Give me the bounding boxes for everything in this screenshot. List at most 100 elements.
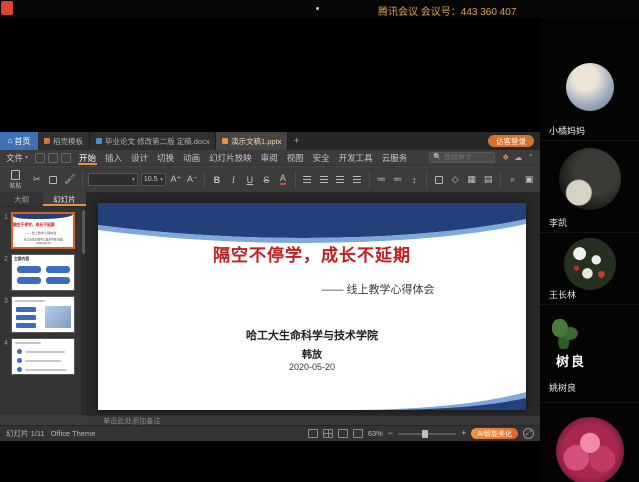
zoom-knob[interactable] bbox=[422, 430, 428, 438]
content-line bbox=[15, 300, 45, 302]
home-tab[interactable]: ⌂ 首页 bbox=[0, 132, 38, 150]
file-menu[interactable]: 文件 ▾ bbox=[6, 152, 28, 164]
new-slide-icon[interactable]: ▦ bbox=[465, 173, 478, 187]
menu-devtools[interactable]: 开发工具 bbox=[338, 151, 374, 165]
tab-docer-templates[interactable]: 稻壳模板 bbox=[38, 132, 90, 150]
tab-presentation-pptx[interactable]: 演示文稿1.pptx bbox=[216, 132, 288, 150]
menu-design[interactable]: 设计 bbox=[130, 151, 149, 165]
decrease-font-icon[interactable]: A⁻ bbox=[186, 173, 199, 187]
zoom-slider[interactable] bbox=[398, 429, 456, 439]
gift-icon[interactable]: ❖ bbox=[502, 154, 509, 162]
menu-slideshow[interactable]: 幻灯片放映 bbox=[208, 151, 253, 165]
slide-thumbnail-2[interactable]: 主要内容 bbox=[11, 254, 75, 291]
menu-start[interactable]: 开始 bbox=[78, 151, 97, 165]
paste-button[interactable]: 粘贴 bbox=[4, 168, 27, 192]
fit-window-icon[interactable]: ⤢ bbox=[523, 428, 534, 439]
underline-icon[interactable]: U bbox=[243, 173, 256, 187]
content-line bbox=[25, 360, 61, 362]
participant-tile[interactable]: 树良 姚树良 bbox=[540, 304, 639, 402]
ribbon-collapse-icon[interactable]: ⌃ bbox=[527, 154, 534, 162]
menu-cloud[interactable]: 云服务 bbox=[381, 151, 409, 165]
command-search[interactable]: 🔍 bbox=[429, 152, 495, 163]
menu-transition[interactable]: 切换 bbox=[156, 151, 175, 165]
participant-name: 李凯 bbox=[549, 216, 567, 229]
redo-icon[interactable] bbox=[61, 153, 71, 163]
undo-icon[interactable] bbox=[48, 153, 58, 163]
slideshow-icon[interactable] bbox=[353, 429, 363, 438]
strikethrough-icon[interactable]: S bbox=[260, 173, 273, 187]
slide-canvas[interactable]: 隔空不停学，成长不延期 —— 线上教学心得体会 哈工大生命科学与技术学院 韩放 … bbox=[98, 203, 526, 410]
thumbnail-scrollbar[interactable] bbox=[81, 207, 86, 415]
text-box-icon[interactable] bbox=[432, 173, 445, 187]
align-left-icon[interactable] bbox=[301, 173, 314, 187]
menu-view[interactable]: 视图 bbox=[286, 151, 305, 165]
slide-thumbnail-4[interactable] bbox=[11, 338, 75, 375]
tab-outline[interactable]: 大纲 bbox=[0, 192, 43, 206]
ai-beautify-button[interactable]: AI智能美化 bbox=[471, 428, 518, 439]
font-color-icon[interactable]: A bbox=[276, 173, 289, 187]
slide-number: 2 bbox=[1, 254, 11, 291]
align-right-icon[interactable] bbox=[334, 173, 347, 187]
theme-name: Office Theme bbox=[51, 429, 96, 438]
slide-editing-area[interactable]: 隔空不停学，成长不延期 —— 线上教学心得体会 哈工大生命科学与技术学院 韩放 … bbox=[87, 192, 540, 415]
align-right-glyph bbox=[336, 176, 344, 183]
menu-insert[interactable]: 插入 bbox=[104, 151, 123, 165]
shapes-icon[interactable]: ◇ bbox=[448, 173, 461, 187]
participant-tile[interactable]: 小橘妈妈 bbox=[540, 55, 639, 140]
font-size-input[interactable] bbox=[144, 176, 159, 183]
zoom-in-button[interactable]: + bbox=[461, 429, 466, 438]
zoom-out-button[interactable]: − bbox=[388, 429, 393, 438]
slide-author[interactable]: 韩放 bbox=[98, 346, 526, 361]
document-tabbar: ⌂ 首页 稻壳模板 毕业论文 修改第二版 定稿.docx 演示文稿1.pptx … bbox=[0, 132, 540, 150]
content-dot bbox=[17, 367, 22, 372]
italic-icon[interactable]: I bbox=[227, 173, 240, 187]
normal-view-icon[interactable] bbox=[308, 429, 318, 438]
slide-title[interactable]: 隔空不停学，成长不延期 bbox=[98, 241, 526, 266]
line-spacing-icon[interactable]: ↕ bbox=[407, 173, 420, 187]
layout-icon[interactable]: ▤ bbox=[481, 173, 494, 187]
slide-date[interactable]: 2020-05-20 bbox=[98, 362, 526, 372]
cloud-sync-icon[interactable]: ☁ bbox=[514, 154, 522, 162]
find-replace-icon[interactable]: ⌕ bbox=[506, 173, 519, 187]
content-line bbox=[25, 351, 65, 353]
bold-icon[interactable]: B bbox=[210, 173, 223, 187]
bullet-list-icon[interactable]: ≔ bbox=[375, 173, 388, 187]
justify-icon[interactable] bbox=[350, 173, 363, 187]
format-painter-icon[interactable]: 🖌 bbox=[63, 173, 76, 187]
slide-subtitle[interactable]: —— 线上教学心得体会 bbox=[164, 281, 592, 297]
slide-sorter-icon[interactable] bbox=[323, 429, 333, 438]
reading-view-icon[interactable] bbox=[338, 429, 348, 438]
justify-glyph bbox=[353, 176, 361, 183]
plant-image bbox=[552, 319, 578, 349]
increase-font-icon[interactable]: A⁺ bbox=[169, 173, 182, 187]
save-icon[interactable] bbox=[35, 153, 45, 163]
tencent-meeting-icon[interactable] bbox=[1, 1, 13, 15]
number-list-icon[interactable]: ≕ bbox=[391, 173, 404, 187]
guest-login-button[interactable]: 访客登录 bbox=[488, 135, 534, 147]
slide-thumbnail-1[interactable]: 隔空不停学，成长不延期 —— 线上教学心得体会 哈工大生命科学与技术学院 韩放 … bbox=[11, 212, 75, 249]
slide-thumbnail-3[interactable] bbox=[11, 296, 75, 333]
font-name-select[interactable]: ▾ bbox=[88, 173, 138, 186]
cut-icon[interactable]: ✂ bbox=[30, 173, 43, 187]
tab-thesis-docx[interactable]: 毕业论文 修改第二版 定稿.docx bbox=[90, 132, 216, 150]
font-name-input[interactable] bbox=[91, 176, 131, 183]
meeting-topbar: 腾讯会议 会议号：443 360 407 bbox=[0, 0, 639, 18]
participant-tile[interactable]: 李凯 bbox=[540, 140, 639, 232]
content-shape bbox=[16, 307, 36, 312]
participant-tile[interactable]: 王长林 bbox=[540, 232, 639, 304]
notes-pane[interactable]: 单击此处添加备注 bbox=[87, 415, 540, 425]
participant-name: 王长林 bbox=[549, 288, 576, 301]
menu-security[interactable]: 安全 bbox=[312, 151, 331, 165]
participant-tile[interactable] bbox=[540, 402, 639, 482]
font-size-select[interactable]: ▾ bbox=[141, 173, 166, 186]
slide-organization[interactable]: 哈工大生命科学与技术学院 bbox=[98, 327, 526, 343]
align-center-icon[interactable] bbox=[317, 173, 330, 187]
menu-review[interactable]: 审阅 bbox=[260, 151, 279, 165]
scrollbar-thumb[interactable] bbox=[82, 210, 85, 254]
select-icon[interactable]: ▣ bbox=[522, 173, 535, 187]
menu-animation[interactable]: 动画 bbox=[182, 151, 201, 165]
command-search-input[interactable] bbox=[444, 154, 491, 161]
copy-icon[interactable] bbox=[47, 173, 60, 187]
new-tab-button[interactable]: + bbox=[288, 132, 304, 150]
tab-slides[interactable]: 幻灯片 bbox=[43, 192, 86, 206]
